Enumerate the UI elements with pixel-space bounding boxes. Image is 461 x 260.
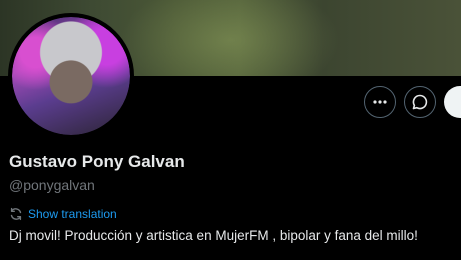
avatar[interactable] <box>8 13 134 139</box>
translate-icon <box>10 207 22 221</box>
show-translation-label: Show translation <box>28 207 117 221</box>
avatar-image <box>12 17 130 135</box>
banner-image <box>120 0 340 76</box>
profile-handle: @ponygalvan <box>9 177 95 193</box>
follow-button[interactable] <box>444 86 461 118</box>
more-button[interactable] <box>364 86 396 118</box>
show-translation-link[interactable]: Show translation <box>9 207 117 221</box>
message-icon <box>412 94 428 110</box>
message-button[interactable] <box>404 86 436 118</box>
profile-name: Gustavo Pony Galvan <box>9 152 185 171</box>
more-icon <box>373 100 387 104</box>
profile-bio: Dj movil! Producción y artistica en Muje… <box>9 228 418 243</box>
